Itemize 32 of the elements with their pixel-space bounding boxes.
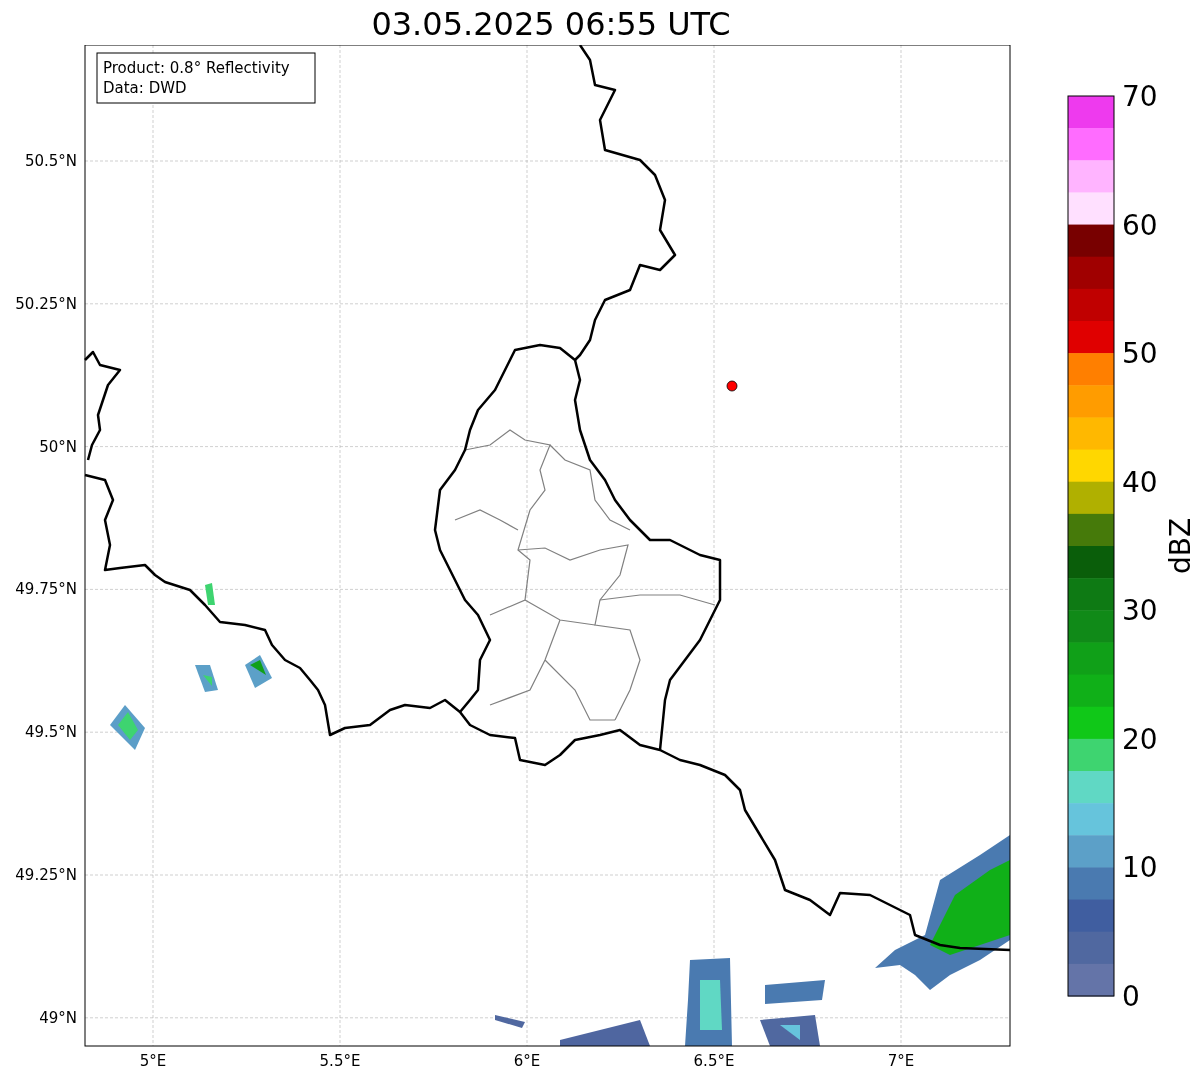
latitude-label: 50.5°N <box>24 152 77 170</box>
longitude-label: 5.5°E <box>319 1052 361 1070</box>
radar-echo <box>195 665 218 692</box>
colorbar-label: dBZ <box>1164 517 1197 575</box>
colorbar-tick-label: 60 <box>1122 208 1158 242</box>
radar-echo <box>205 583 215 605</box>
longitude-label: 6.5°E <box>693 1052 735 1070</box>
latitude-label: 49.25°N <box>15 866 77 884</box>
radar-echo <box>765 980 825 1004</box>
longitude-label: 5°E <box>139 1052 167 1070</box>
longitude-label: 7°E <box>887 1052 915 1070</box>
radar-echo <box>110 705 145 750</box>
radar-echo <box>245 655 272 688</box>
radar-echo <box>495 1015 525 1028</box>
colorbar-tick-label: 10 <box>1122 851 1158 885</box>
latitude-label: 49°N <box>39 1008 77 1027</box>
colorbar-tick-label: 0 <box>1122 980 1140 1013</box>
info-text: Product: 0.8° Reflectivity <box>103 59 290 77</box>
colorbar-tick-label: 50 <box>1122 337 1158 371</box>
longitude-label: 6°E <box>513 1052 541 1070</box>
info-text: Data: DWD <box>103 79 187 97</box>
colorbar-tick-label: 70 <box>1122 80 1158 113</box>
latitude-label: 50°N <box>39 437 77 456</box>
latitude-label: 49.5°N <box>24 723 77 742</box>
plot-title: 03.05.2025 06:55 UTC <box>371 4 731 45</box>
colorbar-tick-label: 20 <box>1122 722 1158 756</box>
colorbar-tick-label: 40 <box>1122 465 1158 499</box>
latitude-label: 50.25°N <box>15 294 77 313</box>
radar-echo <box>760 1015 820 1046</box>
colorbar-tick-label: 30 <box>1122 594 1158 628</box>
latitude-label: 49.75°N <box>15 580 77 599</box>
location-marker <box>726 380 738 392</box>
